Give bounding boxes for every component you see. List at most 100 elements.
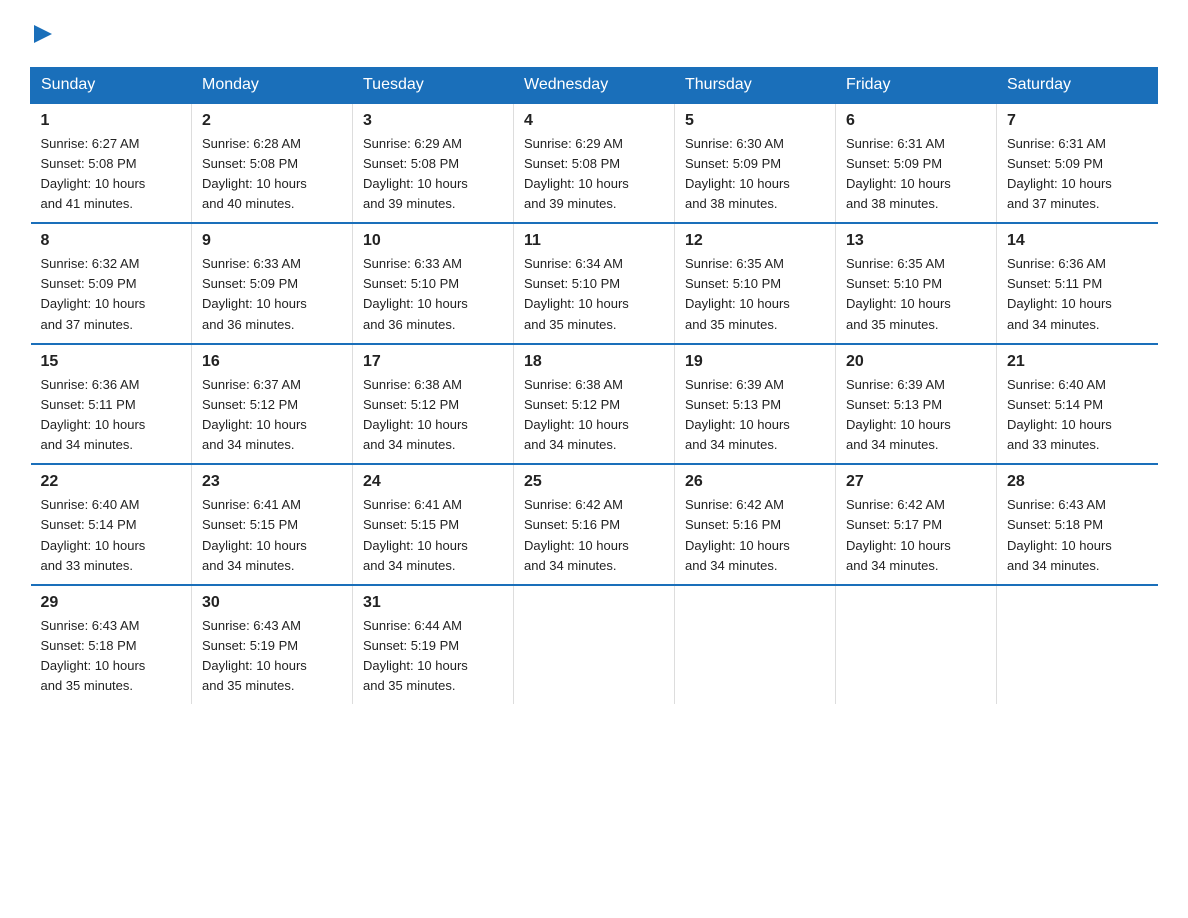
day-info: Sunrise: 6:44 AMSunset: 5:19 PMDaylight:… xyxy=(363,618,468,693)
day-info: Sunrise: 6:43 AMSunset: 5:19 PMDaylight:… xyxy=(202,618,307,693)
day-info: Sunrise: 6:36 AMSunset: 5:11 PMDaylight:… xyxy=(41,377,146,452)
day-cell: 12 Sunrise: 6:35 AMSunset: 5:10 PMDaylig… xyxy=(675,223,836,344)
day-info: Sunrise: 6:29 AMSunset: 5:08 PMDaylight:… xyxy=(524,136,629,211)
day-number: 26 xyxy=(685,473,825,491)
day-cell: 1 Sunrise: 6:27 AMSunset: 5:08 PMDayligh… xyxy=(31,103,192,224)
day-cell: 17 Sunrise: 6:38 AMSunset: 5:12 PMDaylig… xyxy=(353,344,514,465)
day-info: Sunrise: 6:37 AMSunset: 5:12 PMDaylight:… xyxy=(202,377,307,452)
day-number: 11 xyxy=(524,232,664,250)
day-number: 14 xyxy=(1007,232,1148,250)
day-number: 1 xyxy=(41,112,182,130)
day-info: Sunrise: 6:42 AMSunset: 5:16 PMDaylight:… xyxy=(685,497,790,572)
header-cell-thursday: Thursday xyxy=(675,67,836,103)
page-header xyxy=(30,20,1158,49)
day-cell: 14 Sunrise: 6:36 AMSunset: 5:11 PMDaylig… xyxy=(997,223,1158,344)
week-row-5: 29 Sunrise: 6:43 AMSunset: 5:18 PMDaylig… xyxy=(31,585,1158,705)
day-info: Sunrise: 6:35 AMSunset: 5:10 PMDaylight:… xyxy=(846,256,951,331)
day-cell: 2 Sunrise: 6:28 AMSunset: 5:08 PMDayligh… xyxy=(192,103,353,224)
header-cell-friday: Friday xyxy=(836,67,997,103)
day-cell: 11 Sunrise: 6:34 AMSunset: 5:10 PMDaylig… xyxy=(514,223,675,344)
day-number: 6 xyxy=(846,112,986,130)
day-cell xyxy=(836,585,997,705)
day-info: Sunrise: 6:33 AMSunset: 5:09 PMDaylight:… xyxy=(202,256,307,331)
day-info: Sunrise: 6:32 AMSunset: 5:09 PMDaylight:… xyxy=(41,256,146,331)
header-cell-sunday: Sunday xyxy=(31,67,192,103)
day-info: Sunrise: 6:30 AMSunset: 5:09 PMDaylight:… xyxy=(685,136,790,211)
day-number: 20 xyxy=(846,353,986,371)
day-info: Sunrise: 6:43 AMSunset: 5:18 PMDaylight:… xyxy=(1007,497,1112,572)
day-info: Sunrise: 6:34 AMSunset: 5:10 PMDaylight:… xyxy=(524,256,629,331)
day-info: Sunrise: 6:31 AMSunset: 5:09 PMDaylight:… xyxy=(846,136,951,211)
day-info: Sunrise: 6:42 AMSunset: 5:16 PMDaylight:… xyxy=(524,497,629,572)
day-cell: 29 Sunrise: 6:43 AMSunset: 5:18 PMDaylig… xyxy=(31,585,192,705)
day-cell: 22 Sunrise: 6:40 AMSunset: 5:14 PMDaylig… xyxy=(31,464,192,585)
day-number: 16 xyxy=(202,353,342,371)
day-cell: 9 Sunrise: 6:33 AMSunset: 5:09 PMDayligh… xyxy=(192,223,353,344)
day-info: Sunrise: 6:40 AMSunset: 5:14 PMDaylight:… xyxy=(41,497,146,572)
day-number: 4 xyxy=(524,112,664,130)
day-cell: 25 Sunrise: 6:42 AMSunset: 5:16 PMDaylig… xyxy=(514,464,675,585)
day-number: 2 xyxy=(202,112,342,130)
week-row-2: 8 Sunrise: 6:32 AMSunset: 5:09 PMDayligh… xyxy=(31,223,1158,344)
day-number: 15 xyxy=(41,353,182,371)
day-number: 21 xyxy=(1007,353,1148,371)
day-number: 23 xyxy=(202,473,342,491)
day-number: 29 xyxy=(41,594,182,612)
day-cell: 26 Sunrise: 6:42 AMSunset: 5:16 PMDaylig… xyxy=(675,464,836,585)
day-info: Sunrise: 6:27 AMSunset: 5:08 PMDaylight:… xyxy=(41,136,146,211)
day-info: Sunrise: 6:38 AMSunset: 5:12 PMDaylight:… xyxy=(524,377,629,452)
week-row-1: 1 Sunrise: 6:27 AMSunset: 5:08 PMDayligh… xyxy=(31,103,1158,224)
day-info: Sunrise: 6:41 AMSunset: 5:15 PMDaylight:… xyxy=(363,497,468,572)
day-info: Sunrise: 6:42 AMSunset: 5:17 PMDaylight:… xyxy=(846,497,951,572)
day-cell: 15 Sunrise: 6:36 AMSunset: 5:11 PMDaylig… xyxy=(31,344,192,465)
header-cell-tuesday: Tuesday xyxy=(353,67,514,103)
week-row-4: 22 Sunrise: 6:40 AMSunset: 5:14 PMDaylig… xyxy=(31,464,1158,585)
day-cell xyxy=(997,585,1158,705)
day-number: 5 xyxy=(685,112,825,130)
day-cell: 27 Sunrise: 6:42 AMSunset: 5:17 PMDaylig… xyxy=(836,464,997,585)
day-cell xyxy=(675,585,836,705)
day-number: 19 xyxy=(685,353,825,371)
day-number: 27 xyxy=(846,473,986,491)
day-cell: 19 Sunrise: 6:39 AMSunset: 5:13 PMDaylig… xyxy=(675,344,836,465)
day-info: Sunrise: 6:36 AMSunset: 5:11 PMDaylight:… xyxy=(1007,256,1112,331)
day-cell: 3 Sunrise: 6:29 AMSunset: 5:08 PMDayligh… xyxy=(353,103,514,224)
day-number: 28 xyxy=(1007,473,1148,491)
day-cell xyxy=(514,585,675,705)
day-number: 18 xyxy=(524,353,664,371)
day-cell: 20 Sunrise: 6:39 AMSunset: 5:13 PMDaylig… xyxy=(836,344,997,465)
day-cell: 30 Sunrise: 6:43 AMSunset: 5:19 PMDaylig… xyxy=(192,585,353,705)
day-cell: 23 Sunrise: 6:41 AMSunset: 5:15 PMDaylig… xyxy=(192,464,353,585)
day-cell: 4 Sunrise: 6:29 AMSunset: 5:08 PMDayligh… xyxy=(514,103,675,224)
day-number: 30 xyxy=(202,594,342,612)
calendar-table: SundayMondayTuesdayWednesdayThursdayFrid… xyxy=(30,67,1158,705)
day-info: Sunrise: 6:31 AMSunset: 5:09 PMDaylight:… xyxy=(1007,136,1112,211)
day-number: 13 xyxy=(846,232,986,250)
calendar-header: SundayMondayTuesdayWednesdayThursdayFrid… xyxy=(31,67,1158,103)
day-info: Sunrise: 6:39 AMSunset: 5:13 PMDaylight:… xyxy=(846,377,951,452)
day-info: Sunrise: 6:28 AMSunset: 5:08 PMDaylight:… xyxy=(202,136,307,211)
day-info: Sunrise: 6:38 AMSunset: 5:12 PMDaylight:… xyxy=(363,377,468,452)
day-number: 3 xyxy=(363,112,503,130)
header-cell-saturday: Saturday xyxy=(997,67,1158,103)
day-cell: 5 Sunrise: 6:30 AMSunset: 5:09 PMDayligh… xyxy=(675,103,836,224)
day-cell: 13 Sunrise: 6:35 AMSunset: 5:10 PMDaylig… xyxy=(836,223,997,344)
logo-text-blue xyxy=(30,20,52,49)
day-cell: 18 Sunrise: 6:38 AMSunset: 5:12 PMDaylig… xyxy=(514,344,675,465)
header-cell-wednesday: Wednesday xyxy=(514,67,675,103)
day-cell: 24 Sunrise: 6:41 AMSunset: 5:15 PMDaylig… xyxy=(353,464,514,585)
day-number: 22 xyxy=(41,473,182,491)
day-cell: 16 Sunrise: 6:37 AMSunset: 5:12 PMDaylig… xyxy=(192,344,353,465)
day-number: 9 xyxy=(202,232,342,250)
day-cell: 28 Sunrise: 6:43 AMSunset: 5:18 PMDaylig… xyxy=(997,464,1158,585)
logo xyxy=(30,20,52,49)
day-number: 10 xyxy=(363,232,503,250)
day-number: 12 xyxy=(685,232,825,250)
day-cell: 21 Sunrise: 6:40 AMSunset: 5:14 PMDaylig… xyxy=(997,344,1158,465)
day-cell: 10 Sunrise: 6:33 AMSunset: 5:10 PMDaylig… xyxy=(353,223,514,344)
day-number: 8 xyxy=(41,232,182,250)
day-info: Sunrise: 6:43 AMSunset: 5:18 PMDaylight:… xyxy=(41,618,146,693)
day-number: 25 xyxy=(524,473,664,491)
day-info: Sunrise: 6:39 AMSunset: 5:13 PMDaylight:… xyxy=(685,377,790,452)
day-cell: 6 Sunrise: 6:31 AMSunset: 5:09 PMDayligh… xyxy=(836,103,997,224)
